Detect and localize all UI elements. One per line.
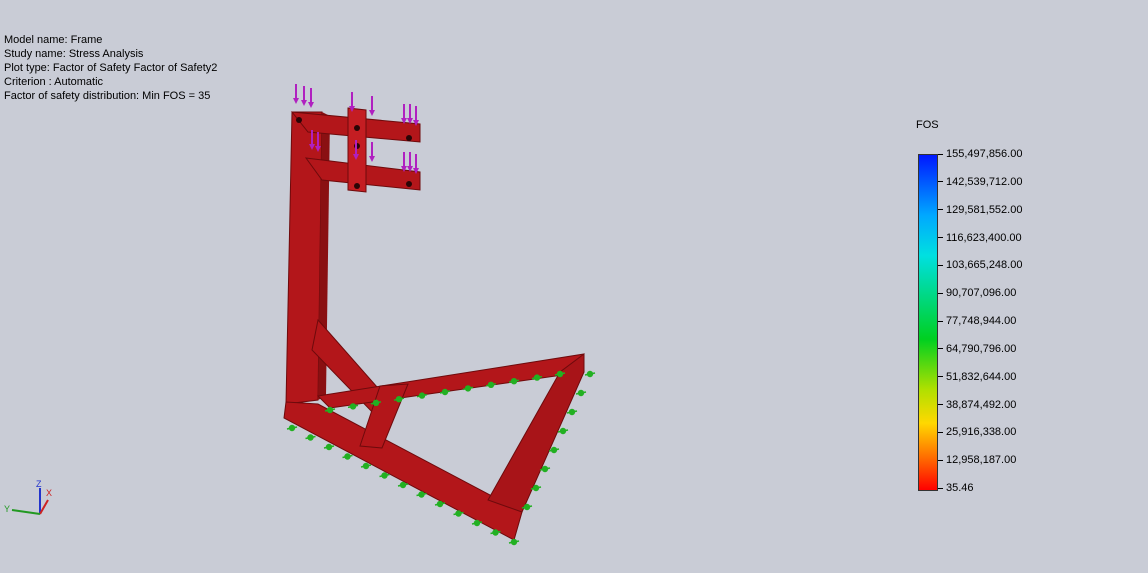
load-arrow-icon <box>401 152 407 172</box>
load-arrow-icon <box>407 104 413 124</box>
legend-tick-label: 77,748,944.00 <box>938 315 1016 327</box>
fos-color-bar <box>918 154 938 491</box>
vertical-post[interactable] <box>285 111 323 405</box>
legend-tick-labels: 155,497,856.00 142,539,712.00 129,581,552.… <box>938 0 1058 573</box>
load-arrow-icon <box>293 84 299 104</box>
bolt-hole <box>354 125 360 131</box>
legend-tick-label: 116,623,400.00 <box>938 232 1022 244</box>
load-arrow-icon <box>301 86 307 106</box>
axis-triad[interactable]: Z X Y <box>2 478 62 523</box>
legend-tick-label: 25,916,338.00 <box>938 426 1016 438</box>
y-axis-line <box>11 509 41 515</box>
legend-tick-label: 142,539,712.00 <box>938 176 1022 188</box>
fixture-icon <box>342 453 353 460</box>
fixture-icon <box>305 434 316 441</box>
z-axis-label: Z <box>36 479 42 489</box>
legend-tick-label: 129,581,552.00 <box>938 204 1022 216</box>
legend-tick-label: 155,497,856.00 <box>938 148 1022 160</box>
y-axis-label: Y <box>4 504 10 514</box>
load-arrow-icon <box>369 96 375 116</box>
legend-tick-label: 51,832,644.00 <box>938 371 1016 383</box>
legend-tick-label: 12,958,187.00 <box>938 454 1016 466</box>
fixture-icon <box>566 408 578 416</box>
fixture-icon <box>286 424 298 432</box>
fixture-icon <box>323 443 335 451</box>
load-arrow-icon <box>407 152 413 172</box>
x-axis-label: X <box>46 488 52 498</box>
bolt-hole <box>354 183 360 189</box>
legend-tick-label: 90,707,096.00 <box>938 287 1016 299</box>
base-beam-left[interactable] <box>283 401 523 541</box>
load-arrow-icon <box>308 88 314 108</box>
legend-tick-label: 35.46 <box>938 482 974 494</box>
load-arrow-icon <box>369 142 375 162</box>
legend-title: FOS <box>916 119 939 131</box>
load-arrow-icon <box>401 104 407 124</box>
x-axis-line <box>39 499 49 515</box>
fixture-icon <box>584 370 596 378</box>
legend-tick-label: 38,874,492.00 <box>938 399 1016 411</box>
legend-tick-label: 103,665,248.00 <box>938 259 1022 271</box>
fixture-icon <box>575 389 587 397</box>
fixture-icon <box>508 538 520 546</box>
bolt-hole <box>406 181 412 187</box>
fixture-icon <box>557 427 569 435</box>
graphics-viewport[interactable]: Model name: Frame Study name: Stress Ana… <box>0 0 1148 573</box>
bolt-hole <box>296 117 302 123</box>
frame-body[interactable] <box>283 107 585 541</box>
bolt-hole <box>406 135 412 141</box>
legend-tick-label: 64,790,796.00 <box>938 343 1016 355</box>
